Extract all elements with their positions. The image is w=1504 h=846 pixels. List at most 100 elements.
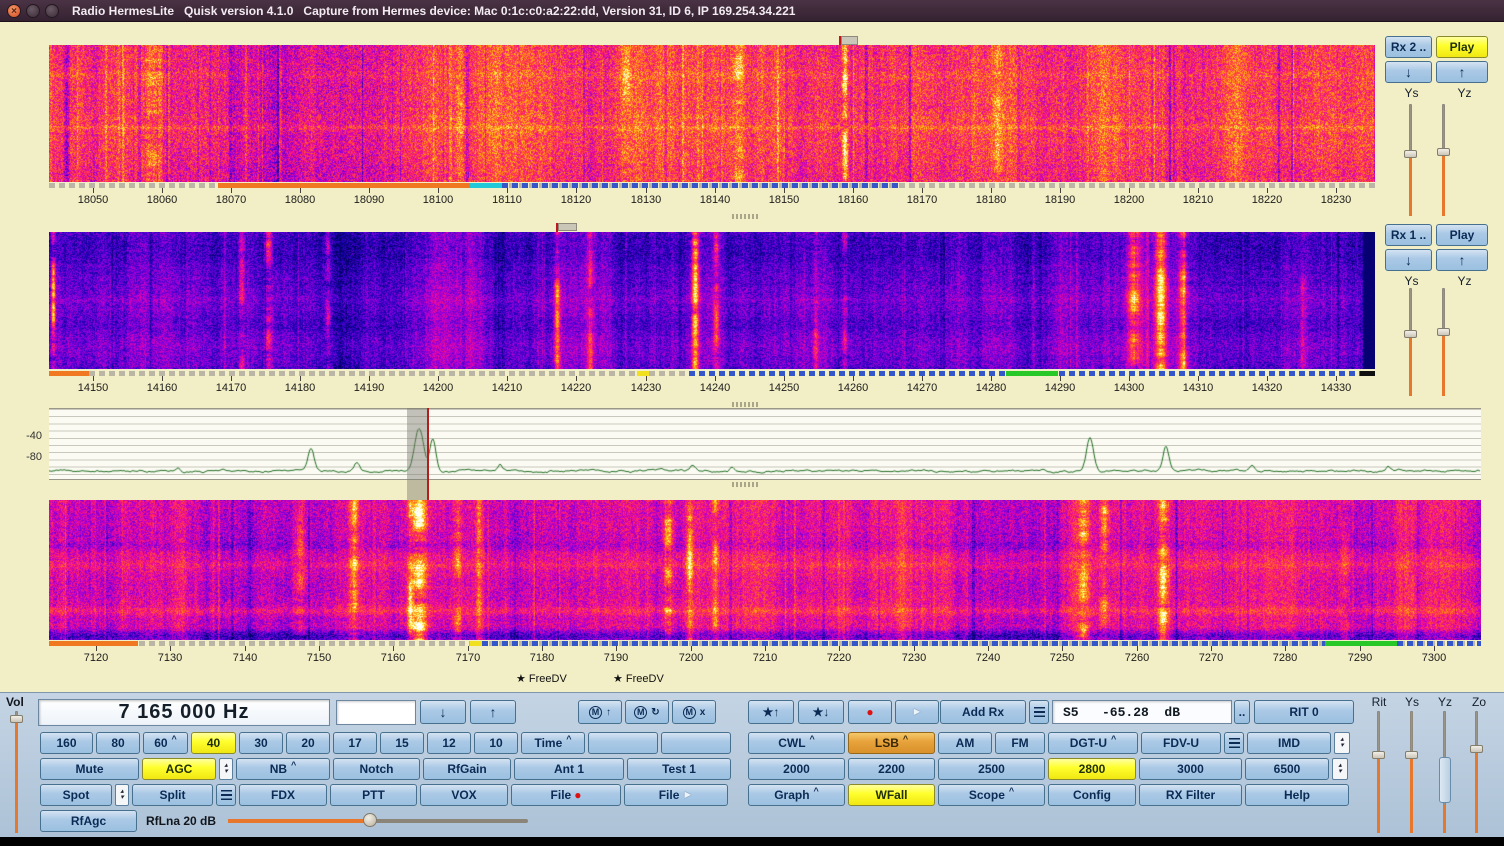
zo-slider[interactable] [1470,711,1484,833]
rx1-yz-slider[interactable] [1437,288,1451,396]
mode-cwl-button[interactable]: CWL^ [748,732,845,754]
minimize-button[interactable] [26,4,40,18]
mode-dgtu-button[interactable]: DGT-U^ [1048,732,1138,754]
rx1-ys-slider[interactable] [1404,288,1418,396]
fdx-button[interactable]: FDX [239,784,327,806]
band-blank-2-button[interactable] [661,732,731,754]
rx2-button[interactable]: Rx 2 .. [1385,36,1432,58]
spin-down-icon[interactable]: ▾ [120,795,124,801]
band-12-button[interactable]: 12 [427,732,471,754]
yz-slider[interactable] [1438,711,1452,833]
wfall-screen-button[interactable]: WFall [848,784,935,806]
station-list-button[interactable] [1029,700,1049,724]
file-record-button[interactable]: File● [511,784,621,806]
bw-2200-button[interactable]: 2200 [848,758,935,780]
tune-down-button[interactable]: ↓ [420,700,466,724]
add-rx-button[interactable]: Add Rx [940,700,1026,724]
vox-button[interactable]: VOX [420,784,508,806]
mode-fdvu-button[interactable]: FDV-U [1141,732,1221,754]
rx1-band-up-button[interactable]: ↑ [1436,249,1488,271]
slider-thumb[interactable] [1404,330,1417,338]
playback-button[interactable]: ► [895,700,939,724]
rfagc-button[interactable]: RfAgc [40,810,137,832]
spectrum-plot[interactable] [49,408,1481,480]
tuning-marker-17m[interactable] [841,36,858,45]
spin-down-icon[interactable]: ▾ [1338,769,1342,775]
band-60-button[interactable]: 60^ [143,732,188,754]
file-play-button[interactable]: File► [624,784,728,806]
rflna-slider[interactable] [228,810,528,832]
slider-thumb[interactable] [1470,745,1483,753]
spin-down-icon[interactable]: ▾ [1340,743,1344,749]
slider-thumb[interactable] [1437,328,1450,336]
memory-delete-button[interactable]: Mx [672,700,716,724]
band-40-button[interactable]: 40 [191,732,236,754]
rx2-ys-slider[interactable] [1404,104,1418,216]
vol-slider[interactable] [10,711,24,833]
help-button[interactable]: Help [1245,784,1349,806]
antenna-button[interactable]: Ant 1 [514,758,624,780]
mode-fm-button[interactable]: FM [995,732,1045,754]
rx2-band-up-button[interactable]: ↑ [1436,61,1488,83]
spot-button[interactable]: Spot [40,784,112,806]
config-button[interactable]: Config [1048,784,1136,806]
slider-thumb[interactable] [1439,757,1451,803]
band-20-button[interactable]: 20 [286,732,330,754]
bw-3000-button[interactable]: 3000 [1139,758,1242,780]
mode-imd-button[interactable]: IMD [1247,732,1331,754]
mute-button[interactable]: Mute [40,758,139,780]
frequency-entry[interactable] [336,700,416,725]
favorite-open-button[interactable]: ★↓ [798,700,844,724]
frequency-scale-40m[interactable]: 7120713071407150716071707180719072007210… [49,641,1481,667]
band-15-button[interactable]: 15 [380,732,424,754]
favorite-add-button[interactable]: ★↑ [748,700,794,724]
waterfall-40m-canvas[interactable] [49,500,1481,640]
smeter-options-button[interactable]: .. [1234,700,1250,724]
band-blank-1-button[interactable] [588,732,658,754]
agc-button[interactable]: AGC [142,758,216,780]
slider-thumb[interactable] [1437,148,1450,156]
waterfall-20m-canvas[interactable] [49,232,1375,369]
rx2-band-down-button[interactable]: ↓ [1385,61,1432,83]
slider-thumb[interactable] [1372,751,1385,759]
rit-slider[interactable] [1372,711,1386,833]
rfgain-button[interactable]: RfGain [423,758,511,780]
split-button[interactable]: Split [132,784,213,806]
band-80-button[interactable]: 80 [96,732,140,754]
rx1-button[interactable]: Rx 1 .. [1385,224,1432,246]
splitter-handle[interactable] [732,482,758,487]
maximize-button[interactable] [45,4,59,18]
band-17-button[interactable]: 17 [333,732,377,754]
agc-spin-control[interactable]: ▴▾ [219,758,233,780]
notch-button[interactable]: Notch [333,758,420,780]
bw-2500-button[interactable]: 2500 [938,758,1045,780]
graph-screen-button[interactable]: Graph^ [748,784,845,806]
nb-button[interactable]: NB^ [236,758,330,780]
scope-screen-button[interactable]: Scope^ [938,784,1045,806]
memory-next-button[interactable]: M↻ [625,700,669,724]
band-30-button[interactable]: 30 [239,732,283,754]
tuning-marker-20m[interactable] [558,223,577,231]
bw-spin-control[interactable]: ▴▾ [1332,758,1348,780]
rx-filter-button[interactable]: RX Filter [1139,784,1242,806]
slider-thumb[interactable] [1405,751,1418,759]
rx2-yz-slider[interactable] [1437,104,1451,216]
band-10-button[interactable]: 10 [474,732,518,754]
bw-2800-button[interactable]: 2800 [1048,758,1136,780]
memory-save-button[interactable]: M↑ [578,700,622,724]
bw-6500-button[interactable]: 6500 [1245,758,1329,780]
bw-2000-button[interactable]: 2000 [748,758,845,780]
rit-button[interactable]: RIT 0 [1254,700,1354,724]
splitter-handle[interactable] [732,402,758,407]
mode-am-button[interactable]: AM [938,732,992,754]
ptt-button[interactable]: PTT [330,784,417,806]
rx2-play-button[interactable]: Play [1436,36,1488,58]
spin-down-icon[interactable]: ▾ [224,769,228,775]
slider-thumb[interactable] [1404,150,1417,158]
spot-spin-control[interactable]: ▴▾ [115,784,129,806]
mode-lsb-button[interactable]: LSB^ [848,732,935,754]
frequency-display[interactable]: 7 165 000 Hz [38,699,330,726]
slider-thumb[interactable] [10,715,23,723]
rx1-play-button[interactable]: Play [1436,224,1488,246]
tuning-line-40m[interactable] [427,408,429,500]
